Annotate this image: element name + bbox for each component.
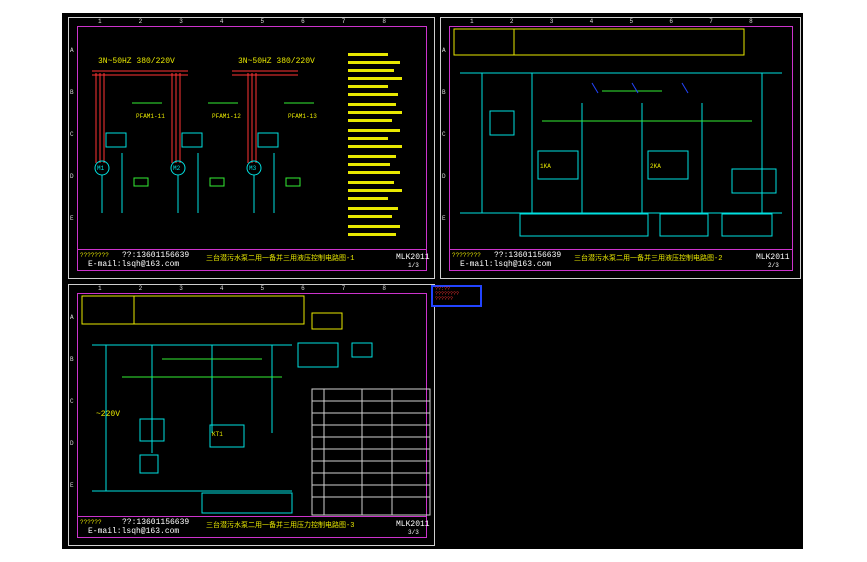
row-letter: C	[70, 131, 74, 138]
column-number: 3	[179, 285, 183, 292]
row-letter: D	[70, 173, 74, 180]
column-number: 8	[749, 18, 753, 25]
column-number: 7	[709, 18, 713, 25]
column-number: 4	[219, 285, 224, 292]
column-number: 5	[629, 18, 634, 25]
motor-label-1: M1	[97, 165, 105, 172]
row-letter: B	[70, 89, 74, 96]
row-letter: E	[442, 215, 446, 222]
relay-label-2: 2KA	[650, 163, 661, 170]
column-number: 2	[138, 18, 143, 25]
column-number: 3	[549, 18, 554, 25]
row-letter: B	[70, 356, 74, 363]
column-number: 6	[301, 285, 305, 292]
column-number: 1	[98, 18, 102, 25]
column-number: 7	[341, 18, 346, 25]
relay-label-3: KT1	[212, 431, 223, 438]
row-letter: E	[70, 215, 74, 222]
row-letter: A	[70, 47, 74, 54]
coil-label-3: PFAM1-13	[288, 113, 317, 120]
column-number: 3	[179, 18, 183, 25]
column-number: 1	[98, 285, 102, 292]
coil-label-1: PFAM1-11	[136, 113, 165, 120]
column-number: 6	[669, 18, 673, 25]
row-letter: C	[70, 398, 74, 405]
relay-label-1: 1KA	[540, 163, 551, 170]
note-line-3: ??????	[435, 296, 454, 302]
row-letter: C	[442, 131, 446, 138]
column-number: 2	[138, 285, 143, 292]
schematic-artwork	[81, 28, 782, 516]
row-letter: D	[70, 440, 74, 447]
drawing-canvas: 3N~50HZ 380/220V 3N~50HZ 380/220V ??????…	[62, 13, 803, 549]
annotation-note-box[interactable]: ??:?? ???????? ??????	[431, 285, 482, 307]
column-number: 2	[509, 18, 514, 25]
column-number: 5	[260, 285, 265, 292]
column-number: 8	[382, 18, 386, 25]
row-letter: D	[442, 173, 446, 180]
column-number: 6	[301, 18, 305, 25]
column-number: 7	[341, 285, 346, 292]
column-number: 4	[219, 18, 224, 25]
column-number: 8	[382, 285, 386, 292]
coil-label-2: PFAM1-12	[212, 113, 241, 120]
row-letter: A	[70, 314, 74, 321]
motor-label-2: M2	[173, 165, 181, 172]
row-letter: A	[442, 47, 446, 54]
motor-label-3: M3	[249, 165, 257, 172]
row-letter: E	[70, 482, 74, 489]
column-number: 4	[589, 18, 594, 25]
column-number: 1	[470, 18, 474, 25]
column-number: 5	[260, 18, 265, 25]
row-letter: B	[442, 89, 446, 96]
